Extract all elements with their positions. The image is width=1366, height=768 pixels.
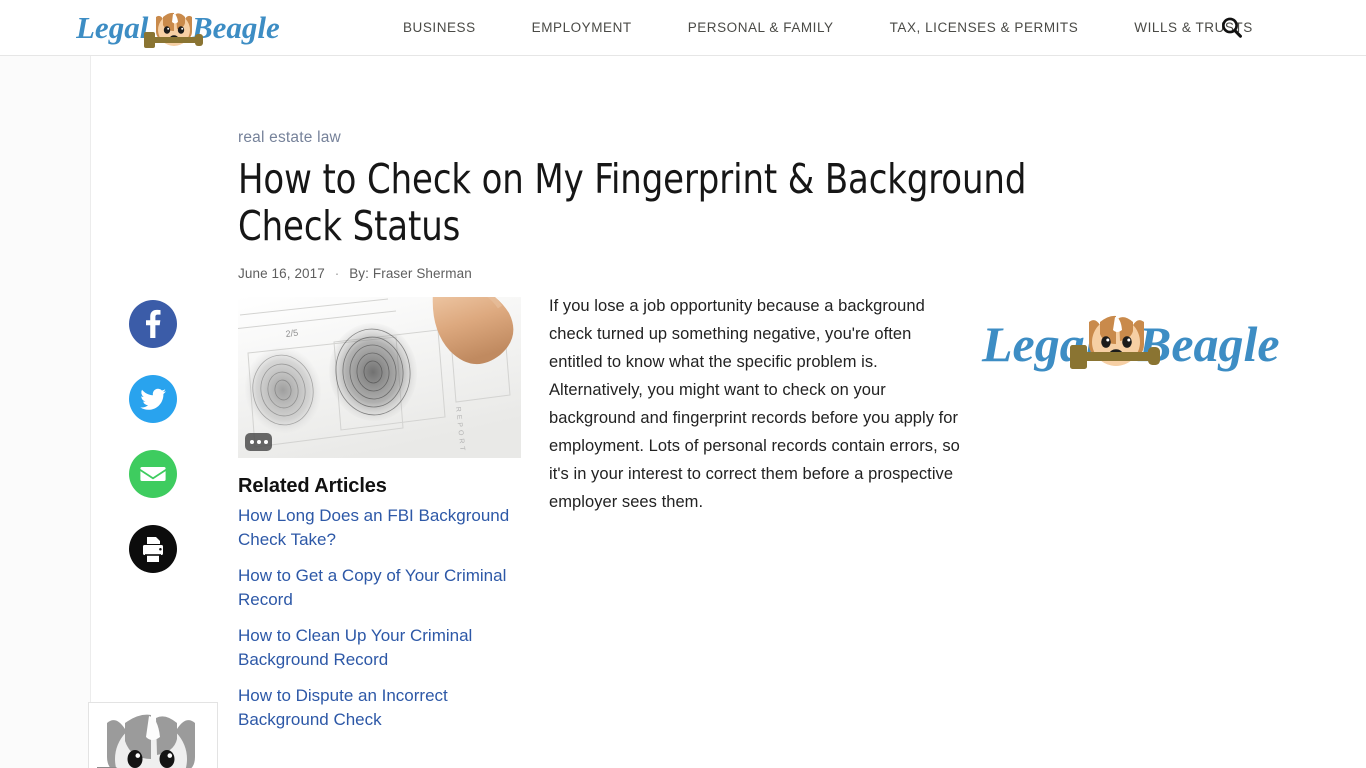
nav-item-wills-trusts[interactable]: WILLS & TRUSTS bbox=[1106, 0, 1280, 56]
byline: June 16, 2017 · By: Fraser Sherman bbox=[238, 266, 1118, 281]
fingerprint-card-photo: 2/5 REPORT bbox=[238, 297, 521, 458]
svg-text:2/5: 2/5 bbox=[285, 328, 299, 339]
related-articles-heading: Related Articles bbox=[238, 475, 387, 497]
beagle-logo-icon: Legal Beagle bbox=[76, 10, 280, 48]
more-options-icon bbox=[256, 440, 261, 444]
site-header: Legal Beagle BUSINESS EMPLOYMENT PERSONA… bbox=[0, 0, 1366, 56]
page-body: real estate law How to Check on My Finge… bbox=[0, 56, 1366, 768]
main-navigation: BUSINESS EMPLOYMENT PERSONAL & FAMILY TA… bbox=[375, 0, 1281, 56]
beagle-logo-icon: Legal Beagle bbox=[981, 315, 1280, 372]
left-rail-divider bbox=[90, 56, 91, 768]
more-options-icon bbox=[249, 440, 254, 444]
related-article-link[interactable]: How Long Does an FBI Background Check Ta… bbox=[238, 504, 521, 552]
nav-item-employment[interactable]: EMPLOYMENT bbox=[504, 0, 660, 56]
list-item: How to Clean Up Your Criminal Background… bbox=[238, 624, 521, 672]
article-body: If you lose a job opportunity because a … bbox=[549, 292, 963, 516]
print-button[interactable] bbox=[129, 525, 177, 573]
article-header: real estate law How to Check on My Finge… bbox=[238, 129, 1118, 281]
promo-logo-banner[interactable]: Legal Beagle bbox=[980, 307, 1286, 382]
search-icon bbox=[1222, 17, 1242, 38]
image-options-badge[interactable] bbox=[245, 433, 272, 451]
share-facebook-button[interactable] bbox=[129, 300, 177, 348]
print-icon bbox=[143, 537, 163, 562]
related-article-link[interactable]: How to Get a Copy of Your Criminal Recor… bbox=[238, 564, 521, 612]
hero-image[interactable]: 2/5 REPORT bbox=[238, 297, 521, 458]
byline-separator: · bbox=[334, 266, 340, 281]
share-twitter-button[interactable] bbox=[129, 375, 177, 423]
more-options-icon bbox=[263, 440, 268, 444]
page-title: How to Check on My Fingerprint & Backgro… bbox=[238, 155, 1027, 250]
twitter-icon bbox=[140, 388, 166, 410]
publish-date: June 16, 2017 bbox=[238, 266, 325, 281]
related-article-link[interactable]: How to Clean Up Your Criminal Background… bbox=[238, 624, 521, 672]
nav-item-personal-family[interactable]: PERSONAL & FAMILY bbox=[660, 0, 862, 56]
author-name: Fraser Sherman bbox=[372, 266, 472, 281]
facebook-icon bbox=[146, 309, 161, 338]
svg-text:Beagle: Beagle bbox=[191, 10, 280, 45]
svg-text:Legal: Legal bbox=[76, 10, 149, 45]
list-item: How to Dispute an Incorrect Background C… bbox=[238, 684, 521, 732]
article-paragraph: If you lose a job opportunity because a … bbox=[549, 297, 960, 511]
beagle-mascot-grayscale-icon bbox=[97, 714, 195, 768]
search-button[interactable] bbox=[1218, 14, 1246, 42]
nav-item-tax-licenses-permits[interactable]: TAX, LICENSES & PERMITS bbox=[862, 0, 1107, 56]
site-logo[interactable]: Legal Beagle bbox=[76, 5, 298, 51]
email-icon bbox=[140, 467, 166, 481]
related-article-link[interactable]: How to Dispute an Incorrect Background C… bbox=[238, 684, 521, 732]
list-item: How to Get a Copy of Your Criminal Recor… bbox=[238, 564, 521, 612]
nav-item-business[interactable]: BUSINESS bbox=[375, 0, 504, 56]
article-category-link[interactable]: real estate law bbox=[238, 129, 341, 147]
list-item: How Long Does an FBI Background Check Ta… bbox=[238, 504, 521, 552]
corner-mascot-widget[interactable] bbox=[88, 702, 218, 768]
share-email-button[interactable] bbox=[129, 450, 177, 498]
social-share-rail bbox=[129, 300, 177, 600]
byline-prefix: By: bbox=[349, 266, 370, 281]
left-content-column: 2/5 REPORT Related Articles How Long Doe… bbox=[238, 297, 521, 744]
related-articles-list: How Long Does an FBI Background Check Ta… bbox=[238, 504, 521, 732]
